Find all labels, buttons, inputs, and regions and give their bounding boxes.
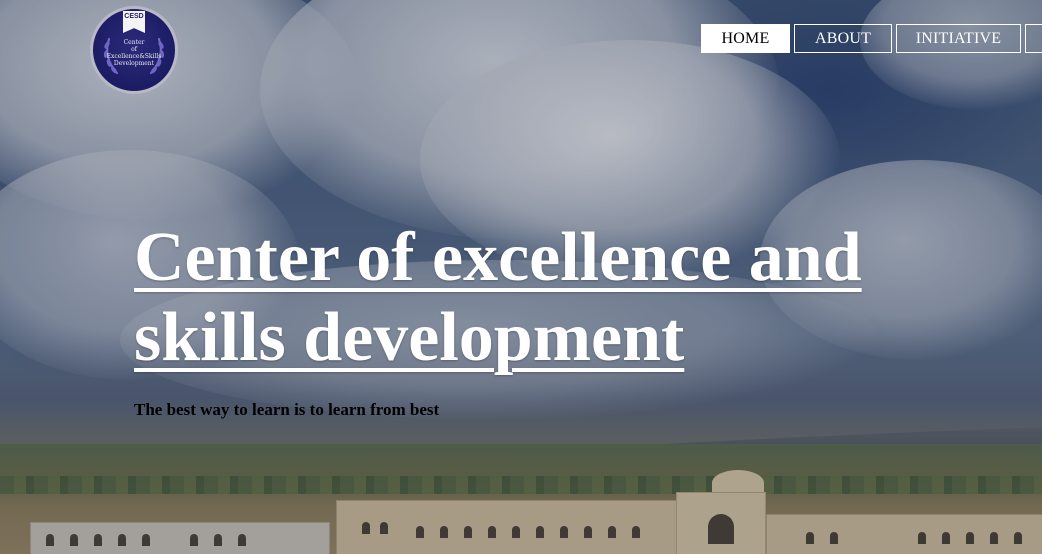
logo-caption: Center of Excellence&Skills Development: [93, 39, 175, 67]
logo-line-1: Center: [123, 39, 145, 46]
logo-line-2: of: [131, 46, 137, 53]
site-logo[interactable]: CESD Center of Excellence&Skills Develop…: [90, 6, 178, 94]
nav-home[interactable]: HOME: [701, 24, 790, 53]
nav-initiative[interactable]: INITIATIVE: [896, 24, 1021, 53]
hero-banner: CESD Center of Excellence&Skills Develop…: [0, 0, 1042, 554]
logo-line-4: Development: [113, 60, 155, 67]
nav-more[interactable]: [1025, 24, 1042, 53]
logo-line-3: Excellence&Skills: [106, 53, 162, 60]
main-nav: HOME ABOUT INITIATIVE: [701, 24, 1042, 53]
hero-headline[interactable]: Center of excellence and skills developm…: [134, 218, 924, 378]
nav-about[interactable]: ABOUT: [794, 24, 892, 53]
hero-tagline: The best way to learn is to learn from b…: [134, 400, 440, 419]
